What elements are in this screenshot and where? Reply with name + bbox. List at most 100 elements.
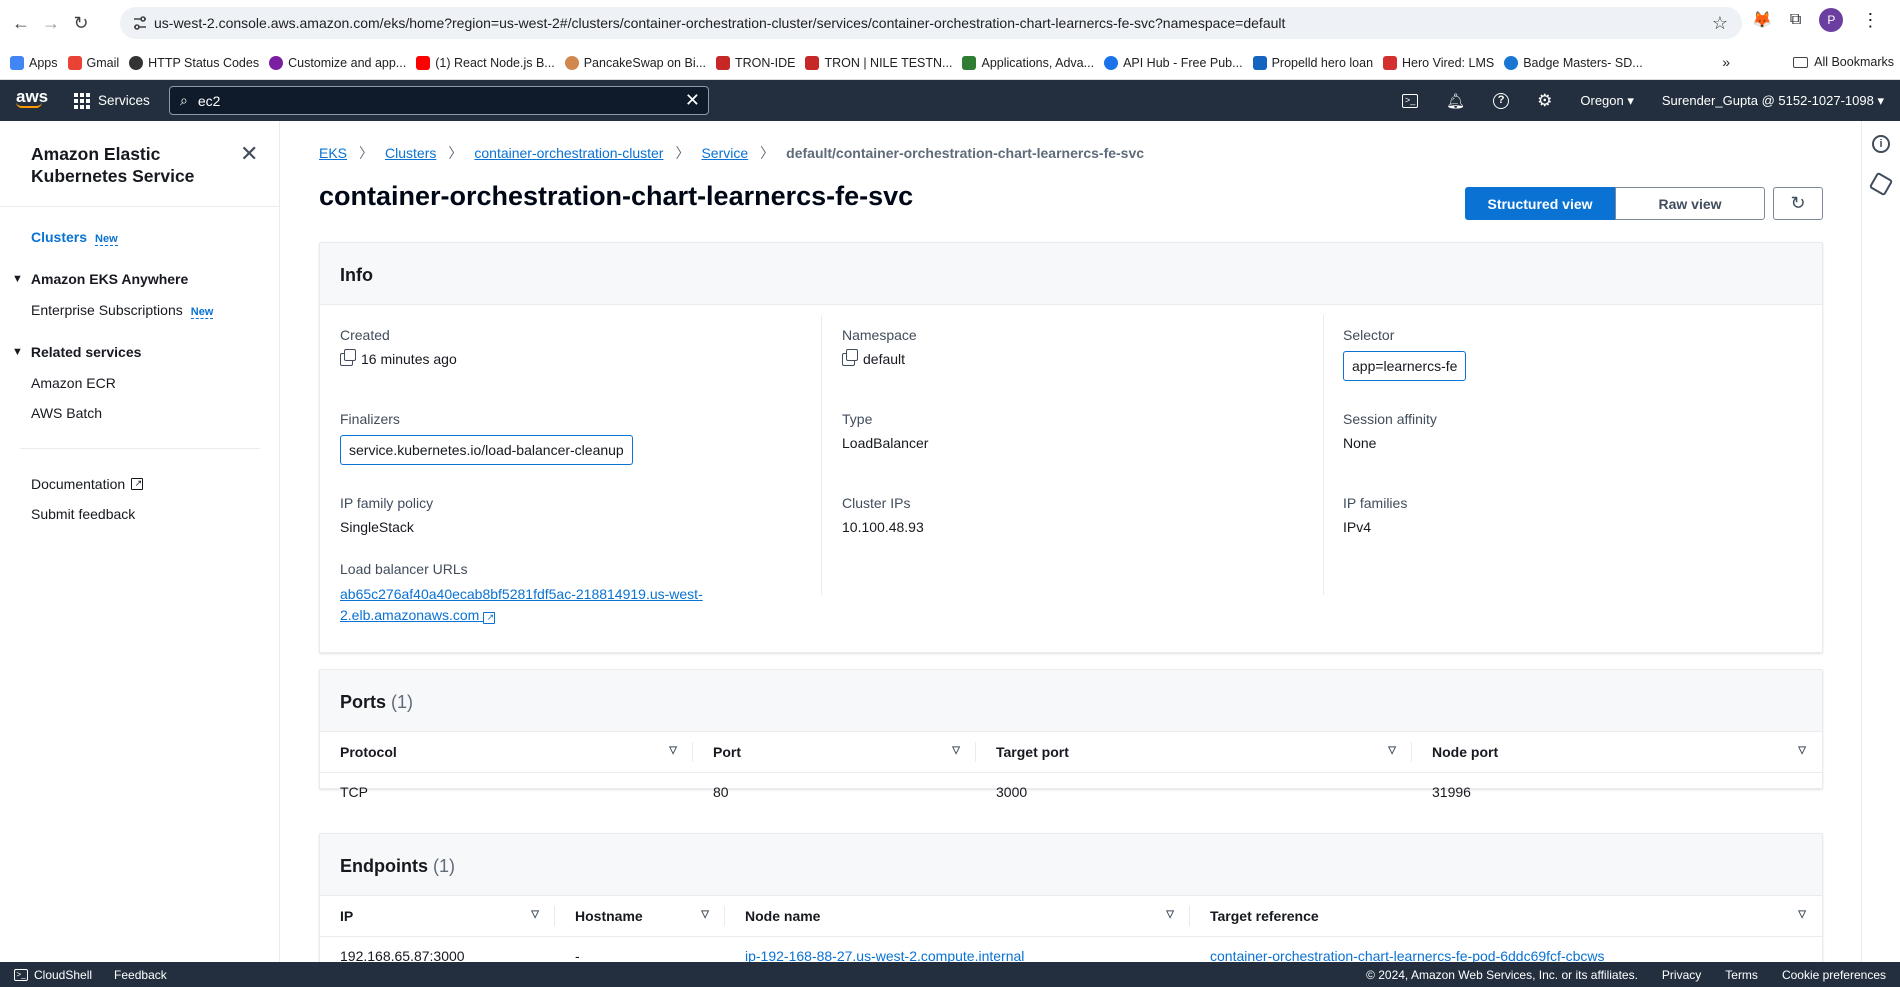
sort-caret-icon[interactable]: ▽ — [531, 909, 539, 920]
breadcrumb-eks[interactable]: EKS — [319, 145, 347, 161]
column-header[interactable]: IP ▽ — [320, 896, 555, 937]
bookmark-item[interactable]: HTTP Status Codes — [129, 55, 259, 70]
extensions-icon[interactable]: ⧉ — [1790, 11, 1801, 29]
copy-icon[interactable] — [340, 348, 356, 366]
more-bookmarks-icon[interactable]: » — [1722, 54, 1730, 70]
field-label: Selector — [1343, 327, 1395, 343]
bookmark-item[interactable]: Apps — [10, 55, 58, 70]
services-menu[interactable]: Services — [74, 92, 150, 109]
structured-view-button[interactable]: Structured view — [1465, 187, 1615, 220]
section-related-services[interactable]: ▼ Related services — [12, 344, 141, 360]
profile-avatar[interactable]: P — [1819, 8, 1844, 32]
lb-url-line1: ab65c276af40a40ecab8bf5281fdf5ac-2188149… — [340, 586, 703, 602]
cloudshell-icon[interactable]: >_ — [1402, 93, 1419, 108]
youtube-icon — [416, 55, 431, 70]
bookmark-item[interactable]: Hero Vired: LMS — [1383, 55, 1494, 70]
feedback-link[interactable]: Feedback — [114, 968, 167, 982]
console-footer: >_ CloudShell Feedback © 2024, Amazon Web… — [0, 962, 1900, 987]
bookmark-item[interactable]: Gmail — [67, 55, 120, 70]
close-icon[interactable]: ✕ — [240, 141, 258, 167]
bookmark-label: TRON | NILE TESTN... — [824, 55, 953, 70]
help-icon[interactable]: ? — [1493, 92, 1510, 109]
finalizer-value[interactable]: service.kubernetes.io/load-balancer-clea… — [340, 435, 633, 465]
sidebar-item-enterprise-subscriptions[interactable]: Enterprise Subscriptions New — [31, 302, 214, 319]
notifications-bell-icon[interactable]: 🔔︎ — [1446, 92, 1465, 110]
region-selector[interactable]: Oregon ▾ — [1580, 93, 1634, 109]
bookmark-item[interactable]: TRON-IDE — [716, 55, 796, 70]
section-eks-anywhere[interactable]: ▼ Amazon EKS Anywhere — [12, 271, 188, 287]
menu-icon[interactable]: ⋮ — [1861, 10, 1879, 31]
info-heading: Info — [320, 243, 1822, 305]
search-input[interactable]: ⌕ ec2 ✕ — [169, 86, 709, 115]
cloudshell-icon: >_ — [14, 968, 28, 981]
info-panel: Info Created 16 minutes ago Namespace de… — [319, 242, 1823, 653]
bookmark-star-icon[interactable]: ☆ — [1712, 13, 1728, 34]
endpoints-panel: Endpoints (1) IP ▽ Hostname ▽ Node name ▽ T… — [319, 833, 1823, 973]
ports-heading: Ports (1) — [320, 670, 1822, 732]
bookmark-label: API Hub - Free Pub... — [1123, 55, 1243, 70]
hexagon-icon[interactable] — [1868, 171, 1894, 197]
bookmark-label: Applications, Adva... — [981, 55, 1095, 70]
column-header[interactable]: Protocol ▽ — [320, 732, 693, 773]
column-header[interactable]: Node name ▽ — [725, 896, 1190, 937]
sidebar-item-documentation[interactable]: Documentation ↗ — [31, 476, 144, 492]
refresh-icon[interactable]: ↻ — [1773, 187, 1823, 220]
bookmark-item[interactable]: Applications, Adva... — [962, 55, 1095, 70]
all-bookmarks[interactable]: All Bookmarks — [1793, 55, 1894, 69]
bookmark-item[interactable]: TRON | NILE TESTN... — [805, 55, 953, 70]
sort-caret-icon[interactable]: ▽ — [1798, 745, 1806, 756]
hero-vired-icon — [1383, 55, 1398, 70]
breadcrumb-cluster[interactable]: container-orchestration-cluster — [474, 145, 663, 161]
bookmark-item[interactable]: API Hub - Free Pub... — [1104, 55, 1243, 70]
sort-caret-icon[interactable]: ▽ — [952, 745, 960, 756]
column-header[interactable]: Target port ▽ — [976, 732, 1412, 773]
table-cell: 80 — [713, 784, 729, 801]
bookmark-label: Badge Masters- SD... — [1523, 55, 1643, 70]
bookmark-item[interactable]: Customize and app... — [269, 55, 406, 70]
aws-logo[interactable]: aws — [16, 88, 48, 113]
selector-value[interactable]: app=learnercs-fe — [1343, 351, 1467, 381]
raw-view-button[interactable]: Raw view — [1615, 187, 1765, 220]
copy-icon[interactable] — [842, 348, 858, 366]
breadcrumb-clusters[interactable]: Clusters — [385, 145, 436, 161]
bookmark-item[interactable]: PancakeSwap on Bi... — [564, 55, 706, 70]
finalizers-field: Finalizers service.kubernetes.io/load-ba… — [340, 411, 633, 465]
site-info-icon[interactable] — [132, 15, 148, 31]
bookmark-item[interactable]: (1) React Node.js B... — [416, 55, 555, 70]
privacy-link[interactable]: Privacy — [1662, 968, 1701, 982]
address-bar[interactable]: us-west-2.console.aws.amazon.com/eks/hom… — [120, 7, 1742, 39]
bookmark-label: TRON-IDE — [735, 55, 796, 70]
column-header[interactable]: Target reference ▽ — [1190, 896, 1822, 937]
info-icon[interactable]: i — [1872, 135, 1890, 153]
forward-icon[interactable]: → — [36, 8, 66, 38]
sidebar-item-batch[interactable]: AWS Batch — [31, 405, 102, 421]
badge-icon — [1504, 55, 1519, 70]
load-balancer-url-link[interactable]: ab65c276af40a40ecab8bf5281fdf5ac-2188149… — [340, 584, 703, 626]
bookmark-item[interactable]: Badge Masters- SD... — [1504, 55, 1643, 70]
bookmark-item[interactable]: Propelld hero loan — [1252, 55, 1373, 70]
sidebar-item-ecr[interactable]: Amazon ECR — [31, 375, 116, 391]
sidebar-item-submit-feedback[interactable]: Submit feedback — [31, 506, 135, 522]
sidebar-item-clusters[interactable]: Clusters New — [31, 229, 118, 246]
sort-caret-icon[interactable]: ▽ — [1388, 745, 1396, 756]
breadcrumb-service[interactable]: Service — [701, 145, 748, 161]
metamask-icon[interactable]: 🦊 — [1752, 10, 1772, 30]
settings-gear-icon[interactable]: ⚙ — [1537, 91, 1552, 111]
reload-icon[interactable]: ↻ — [66, 8, 96, 38]
terms-link[interactable]: Terms — [1725, 968, 1758, 982]
clear-search-icon[interactable]: ✕ — [685, 90, 700, 111]
sort-caret-icon[interactable]: ▽ — [1798, 909, 1806, 920]
column-header[interactable]: Hostname ▽ — [555, 896, 725, 937]
cookie-preferences-link[interactable]: Cookie preferences — [1782, 968, 1886, 982]
bookmark-label: Gmail — [86, 55, 120, 70]
back-icon[interactable]: ← — [6, 8, 36, 38]
account-menu[interactable]: Surender_Gupta @ 5152-1027-1098 ▾ — [1662, 93, 1884, 109]
sort-caret-icon[interactable]: ▽ — [1166, 909, 1174, 920]
cloudshell-button[interactable]: >_ CloudShell — [14, 968, 92, 982]
cluster-ips-field: Cluster IPs 10.100.48.93 — [842, 495, 924, 535]
sort-caret-icon[interactable]: ▽ — [701, 909, 709, 920]
sort-caret-icon[interactable]: ▽ — [669, 745, 677, 756]
column-header[interactable]: Port ▽ — [693, 732, 976, 773]
section-label: Related services — [30, 344, 142, 360]
column-header[interactable]: Node port ▽ — [1412, 732, 1822, 773]
